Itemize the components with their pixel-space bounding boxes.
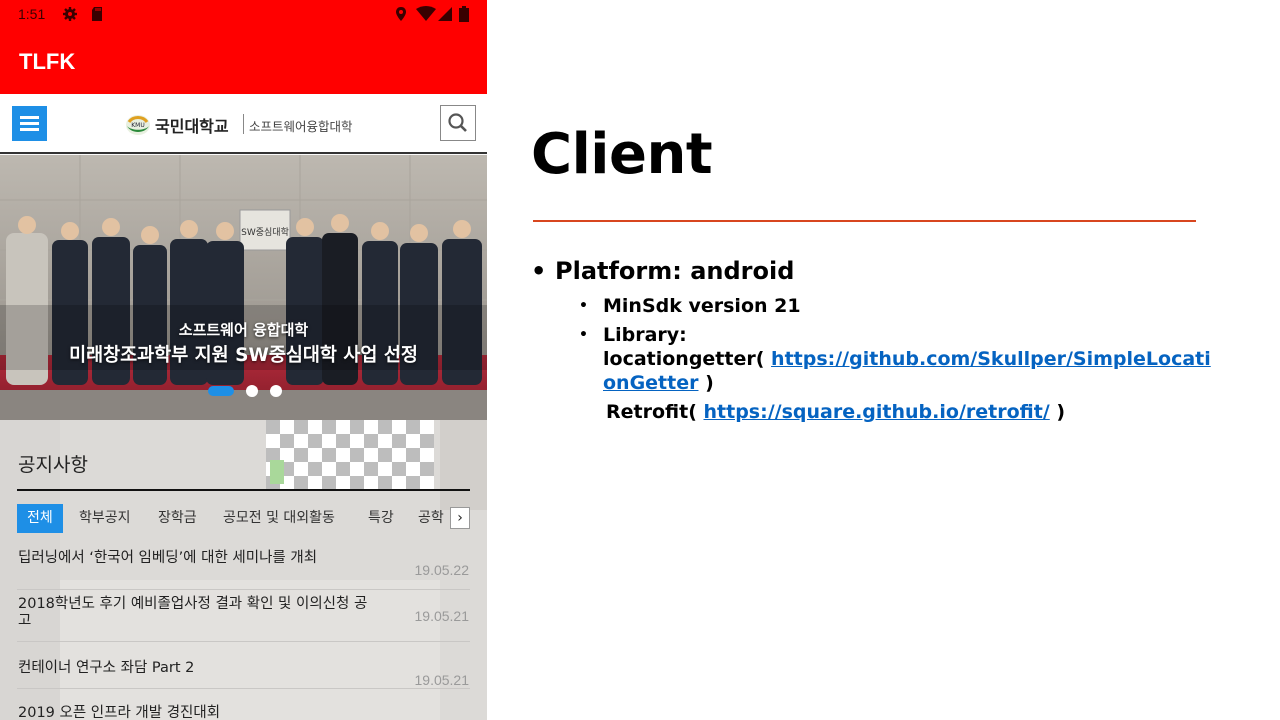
hamburger-icon: [20, 116, 39, 119]
notice-title: 공지사항: [18, 454, 88, 476]
hero-caption-line2: 미래창조과학부 지원 SW중심대학 사업 선정: [69, 345, 418, 366]
tab-engineering[interactable]: 공학: [418, 504, 444, 533]
search-icon: [448, 113, 467, 132]
notice-item-title: 딥러닝에서 ‘한국어 임베딩’에 대한 세미나를 개최: [18, 550, 318, 566]
app-bar: TLFK: [0, 30, 487, 94]
wifi-icon: [416, 6, 436, 21]
bullet-platform-text: Platform: android: [555, 257, 795, 285]
bullet-minsdk-text: MinSdk version 21: [603, 295, 801, 317]
hero-caption-line1: 소프트웨어 융합대학: [178, 321, 309, 339]
phone-screenshot: 1:51 TLFK KMU 국민대학교 소프트웨어융합대학 SW중심대학 소프트…: [0, 0, 487, 720]
tabs-next-button[interactable]: ›: [450, 507, 470, 529]
status-time: 1:51: [18, 6, 46, 22]
hero-photo: SW중심대학: [0, 155, 487, 420]
search-button[interactable]: [440, 105, 476, 141]
notice-item-date: 19.05.22: [414, 562, 470, 578]
slide-title: Client: [531, 122, 713, 187]
chevron-right-icon: ›: [457, 510, 463, 526]
sd-card-icon: [92, 7, 102, 21]
retrofit-prefix: Retrofit(: [606, 401, 697, 423]
notice-item-title: 2019 오픈 인프라 개발 경진대회: [18, 705, 221, 720]
bullet-platform: • Platform: android: [531, 257, 795, 285]
carousel-dot-active[interactable]: [208, 386, 234, 396]
list-divider: [17, 641, 470, 642]
notice-item-date: 19.05.21: [414, 672, 470, 688]
retrofit-link[interactable]: https://square.github.io/retrofit/: [704, 401, 1050, 423]
menu-button[interactable]: [12, 106, 47, 141]
svg-text:KMU: KMU: [131, 122, 145, 129]
kmu-emblem-icon: KMU: [126, 115, 150, 135]
location-icon: [396, 7, 406, 21]
logo-college-name: 소프트웨어융합대학: [249, 119, 353, 134]
site-header: KMU 국민대학교 소프트웨어융합대학: [0, 94, 487, 154]
notice-item-date: 19.05.21: [414, 608, 470, 624]
notice-divider: [17, 489, 470, 491]
locationgetter-suffix: ): [705, 372, 714, 394]
title-underline: [533, 220, 1196, 222]
settings-icon: [63, 7, 77, 21]
list-divider: [17, 688, 470, 689]
battery-icon: [459, 6, 469, 22]
locationgetter-link[interactable]: https://github.com/Skullper/SimpleLocati: [771, 348, 1211, 370]
carousel-dot[interactable]: [246, 385, 258, 397]
retrofit-suffix: ): [1056, 401, 1066, 423]
locationgetter-prefix: locationgetter(: [603, 348, 765, 370]
logo-divider: [243, 114, 244, 134]
bullet-library-label: Library:: [603, 324, 687, 346]
tab-all[interactable]: 전체: [17, 504, 63, 533]
carousel-dot[interactable]: [270, 385, 282, 397]
status-bar: 1:51: [0, 0, 487, 30]
tab-scholarship[interactable]: 장학금: [158, 504, 197, 533]
locationgetter-link-continued[interactable]: onGetter: [603, 372, 698, 394]
list-divider: [17, 589, 470, 590]
university-logo[interactable]: KMU 국민대학교 소프트웨어융합대학: [125, 111, 365, 137]
tab-lecture[interactable]: 특강: [368, 504, 394, 533]
logo-university-name: 국민대학교: [155, 117, 229, 136]
notice-tabs: 전체 학부공지 장학금 공모전 및 대외활동 특강 공학 ›: [17, 504, 470, 533]
notice-section: 공지사항 전체 학부공지 장학금 공모전 및 대외활동 특강 공학 › 딥러닝에…: [0, 420, 487, 720]
tab-department[interactable]: 학부공지: [79, 504, 131, 533]
notice-item-title: 컨테이너 연구소 좌담 Part 2: [18, 660, 195, 676]
svg-text:SW중심대학: SW중심대학: [241, 227, 289, 238]
hero-banner[interactable]: SW중심대학 소프트웨어 융합대학 미래창조과학부 지원 SW중심대학 사업 선…: [0, 155, 487, 420]
notice-item-title: 2018학년도 후기 예비졸업사정 결과 확인 및 이의신청 공고: [18, 596, 368, 629]
tab-contest[interactable]: 공모전 및 대외활동: [223, 504, 335, 533]
signal-icon: [438, 7, 452, 21]
app-title: TLFK: [19, 49, 76, 74]
